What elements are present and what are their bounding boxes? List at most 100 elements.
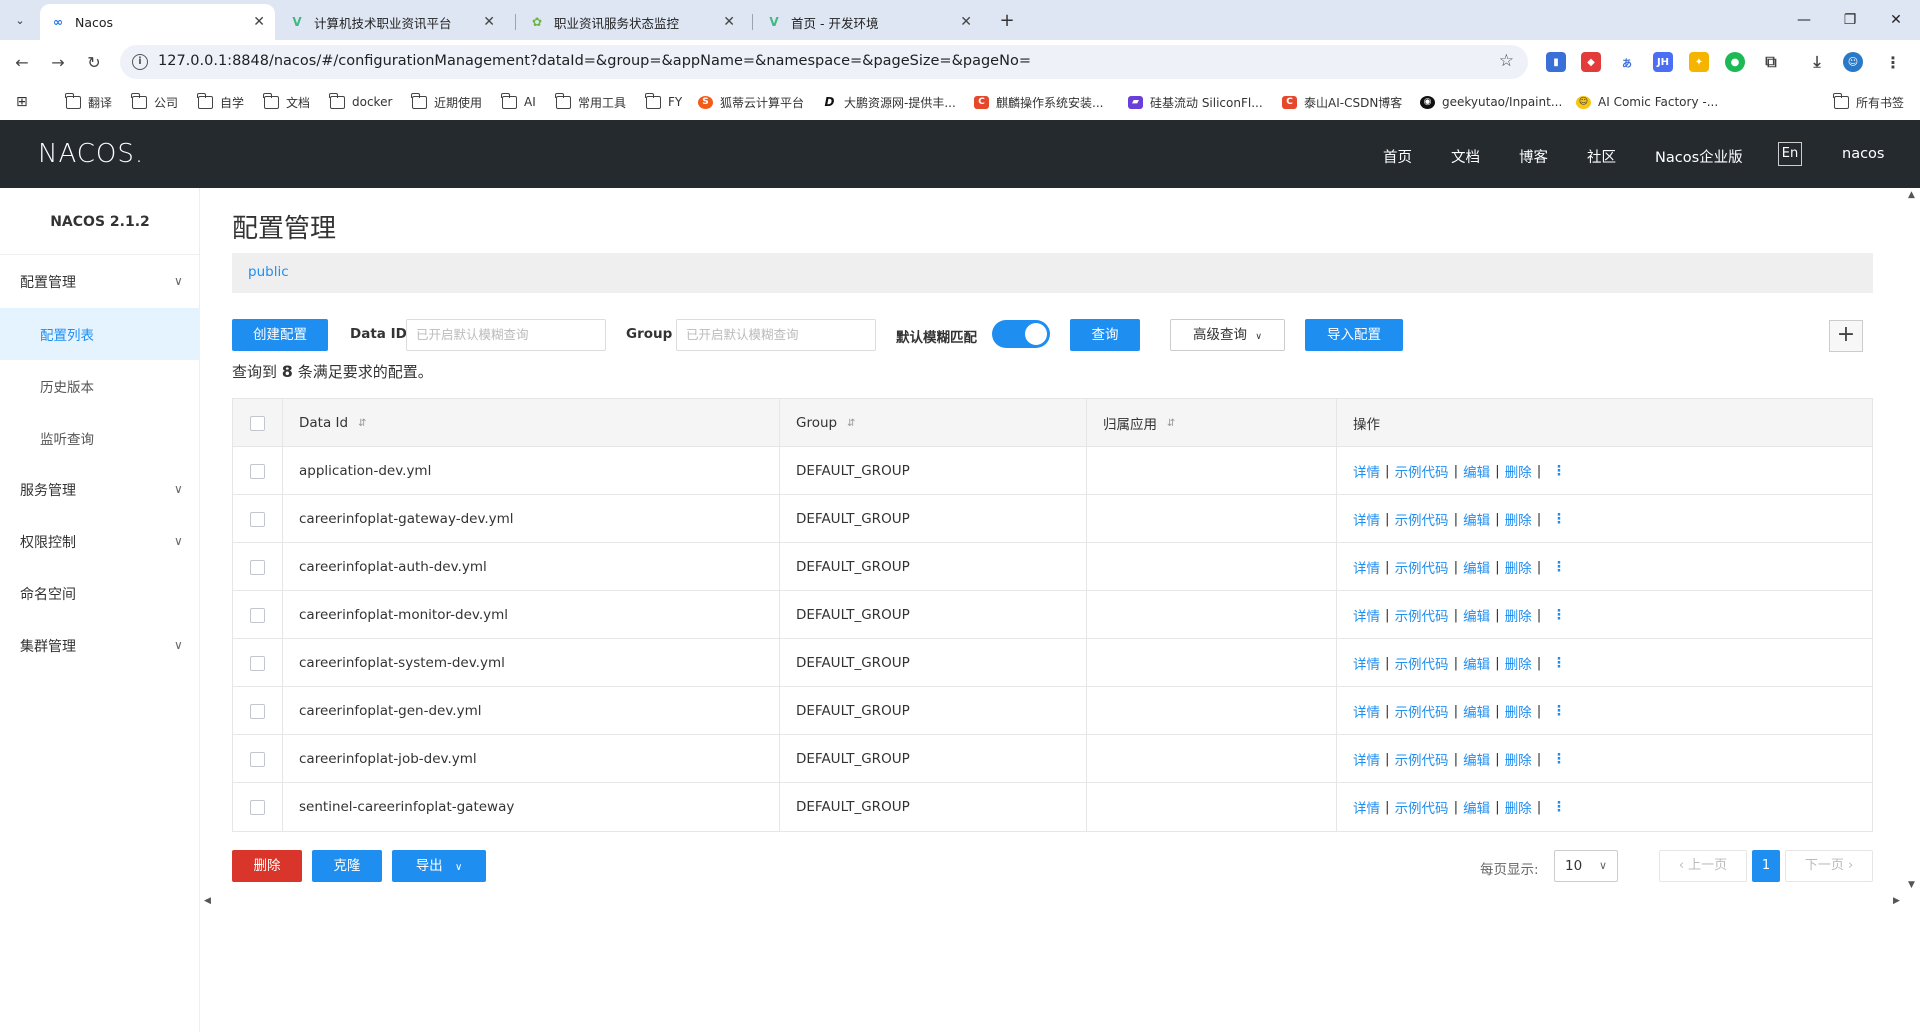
next-page-button[interactable]: 下一页 › bbox=[1785, 850, 1873, 882]
profile-avatar-icon[interactable]: ☺ bbox=[1843, 52, 1863, 72]
row-checkbox[interactable] bbox=[250, 703, 265, 719]
more-options-icon[interactable]: ⋮ bbox=[1552, 704, 1566, 718]
more-options-icon[interactable]: ⋮ bbox=[1552, 464, 1566, 478]
bookmark-site[interactable]: S 狐蒂云计算平台 bbox=[698, 93, 804, 111]
bookmark-folder[interactable]: docker bbox=[329, 92, 392, 111]
action-link[interactable]: 编辑 bbox=[1463, 605, 1490, 625]
bookmark-site[interactable]: D 大鹏资源网-提供丰... bbox=[822, 93, 956, 111]
close-tab-icon[interactable]: ✕ bbox=[960, 14, 972, 30]
extension-puzzle-yellow-icon[interactable]: ✦ bbox=[1689, 52, 1709, 72]
sidebar-item-config-list[interactable]: 配置列表 bbox=[0, 308, 200, 360]
row-checkbox[interactable] bbox=[250, 511, 265, 527]
page-size-select[interactable]: 10 ∨ bbox=[1554, 850, 1618, 882]
bookmark-folder[interactable]: FY bbox=[645, 92, 682, 111]
extension-chart-icon[interactable]: ▮ bbox=[1546, 52, 1566, 72]
site-info-icon[interactable]: i bbox=[132, 54, 148, 70]
action-link[interactable]: 示例代码 bbox=[1395, 461, 1449, 481]
action-link[interactable]: 详情 bbox=[1353, 557, 1380, 577]
more-options-icon[interactable]: ⋮ bbox=[1552, 608, 1566, 622]
new-tab-button[interactable]: + bbox=[995, 8, 1019, 32]
action-link[interactable]: 详情 bbox=[1353, 797, 1380, 817]
action-link[interactable]: 编辑 bbox=[1463, 461, 1490, 481]
action-link[interactable]: 删除 bbox=[1505, 797, 1532, 817]
action-link[interactable]: 删除 bbox=[1505, 749, 1532, 769]
action-link[interactable]: 删除 bbox=[1505, 605, 1532, 625]
browser-tab-home[interactable]: V 首页 - 开发环境 ✕ bbox=[756, 4, 982, 40]
prev-page-button[interactable]: ‹ 上一页 bbox=[1659, 850, 1747, 882]
download-icon[interactable]: ⤓ bbox=[1807, 52, 1827, 72]
action-link[interactable]: 删除 bbox=[1505, 653, 1532, 673]
more-options-icon[interactable]: ⋮ bbox=[1552, 752, 1566, 766]
more-options-icon[interactable]: ⋮ bbox=[1552, 800, 1566, 814]
row-checkbox[interactable] bbox=[250, 655, 265, 671]
action-link[interactable]: 示例代码 bbox=[1395, 749, 1449, 769]
action-link[interactable]: 详情 bbox=[1353, 509, 1380, 529]
bookmark-folder[interactable]: 常用工具 bbox=[555, 92, 626, 111]
scroll-down-arrow-icon[interactable]: ▼ bbox=[1908, 880, 1915, 890]
select-all-checkbox[interactable] bbox=[250, 415, 265, 431]
close-window-icon[interactable]: ✕ bbox=[1882, 6, 1910, 34]
clone-button[interactable]: 克隆 bbox=[312, 850, 382, 882]
advanced-query-button[interactable]: 高级查询 ∨ bbox=[1170, 319, 1285, 351]
action-link[interactable]: 编辑 bbox=[1463, 653, 1490, 673]
minimize-icon[interactable]: — bbox=[1790, 6, 1818, 34]
sidebar-item-config-management[interactable]: 配置管理 ∨ bbox=[0, 256, 200, 308]
more-options-icon[interactable]: ⋮ bbox=[1552, 512, 1566, 526]
nav-community[interactable]: 社区 bbox=[1587, 146, 1616, 167]
apps-grid-icon[interactable]: ⊞ bbox=[16, 93, 28, 111]
row-checkbox[interactable] bbox=[250, 463, 265, 479]
browser-tab-nacos[interactable]: ∞ Nacos ✕ bbox=[40, 4, 275, 40]
sidebar-item-history[interactable]: 历史版本 bbox=[0, 360, 200, 412]
action-link[interactable]: 编辑 bbox=[1463, 701, 1490, 721]
action-link[interactable]: 删除 bbox=[1505, 509, 1532, 529]
sidebar-item-access-control[interactable]: 权限控制 ∨ bbox=[0, 516, 200, 568]
action-link[interactable]: 删除 bbox=[1505, 461, 1532, 481]
scroll-right-arrow-icon[interactable]: ▶ bbox=[1893, 896, 1900, 906]
sidebar-item-namespace[interactable]: 命名空间 bbox=[0, 568, 200, 620]
reload-icon[interactable]: ↻ bbox=[82, 50, 106, 74]
action-link[interactable]: 详情 bbox=[1353, 653, 1380, 673]
query-button[interactable]: 查询 bbox=[1070, 319, 1140, 351]
create-config-button[interactable]: 创建配置 bbox=[232, 319, 328, 351]
sort-icon[interactable]: ⇵ bbox=[847, 418, 855, 429]
row-checkbox[interactable] bbox=[250, 607, 265, 623]
sidebar-item-service-management[interactable]: 服务管理 ∨ bbox=[0, 464, 200, 516]
bookmark-folder[interactable]: 公司 bbox=[131, 92, 178, 111]
row-checkbox[interactable] bbox=[250, 799, 265, 815]
close-tab-icon[interactable]: ✕ bbox=[253, 14, 265, 30]
more-options-icon[interactable]: ⋮ bbox=[1552, 656, 1566, 670]
action-link[interactable]: 示例代码 bbox=[1395, 509, 1449, 529]
nav-blog[interactable]: 博客 bbox=[1519, 146, 1548, 167]
sort-icon[interactable]: ⇵ bbox=[1167, 418, 1175, 429]
browser-tab-career[interactable]: V 计算机技术职业资讯平台 ✕ bbox=[279, 4, 505, 40]
bookmark-star-icon[interactable]: ☆ bbox=[1499, 51, 1514, 71]
action-link[interactable]: 编辑 bbox=[1463, 509, 1490, 529]
nacos-logo[interactable]: NACOS. bbox=[38, 139, 144, 169]
extension-shield-icon[interactable]: ◆ bbox=[1581, 52, 1601, 72]
bookmark-site[interactable]: ◉ geekyutao/Inpaint... bbox=[1420, 93, 1562, 111]
bookmark-site[interactable]: ☺ AI Comic Factory -... bbox=[1576, 93, 1718, 111]
action-link[interactable]: 删除 bbox=[1505, 557, 1532, 577]
action-link[interactable]: 示例代码 bbox=[1395, 557, 1449, 577]
address-bar[interactable]: i 127.0.0.1:8848/nacos/#/configurationMa… bbox=[120, 45, 1528, 79]
bookmark-folder[interactable]: 自学 bbox=[197, 92, 244, 111]
action-link[interactable]: 示例代码 bbox=[1395, 605, 1449, 625]
bookmark-site[interactable]: C 泰山AI-CSDN博客 bbox=[1282, 93, 1402, 111]
row-checkbox[interactable] bbox=[250, 751, 265, 767]
dataid-input[interactable]: 已开启默认模糊查询 bbox=[406, 319, 606, 351]
bookmark-folder[interactable]: 近期使用 bbox=[411, 92, 482, 111]
column-header-dataid[interactable]: Data Id ⇵ bbox=[283, 399, 780, 447]
group-input[interactable]: 已开启默认模糊查询 bbox=[676, 319, 876, 351]
batch-delete-button[interactable]: 删除 bbox=[232, 850, 302, 882]
bookmark-folder[interactable]: 文档 bbox=[263, 92, 310, 111]
action-link[interactable]: 详情 bbox=[1353, 701, 1380, 721]
action-link[interactable]: 编辑 bbox=[1463, 557, 1490, 577]
user-menu[interactable]: nacos bbox=[1842, 146, 1884, 162]
browser-tab-monitor[interactable]: ✿ 职业资讯服务状态监控 ✕ bbox=[519, 4, 745, 40]
browser-menu-icon[interactable]: ⋮ bbox=[1883, 52, 1903, 72]
extension-jh-icon[interactable]: JH bbox=[1653, 52, 1673, 72]
column-header-group[interactable]: Group ⇵ bbox=[780, 399, 1087, 447]
more-options-icon[interactable]: ⋮ bbox=[1552, 560, 1566, 574]
action-link[interactable]: 编辑 bbox=[1463, 797, 1490, 817]
action-link[interactable]: 详情 bbox=[1353, 605, 1380, 625]
